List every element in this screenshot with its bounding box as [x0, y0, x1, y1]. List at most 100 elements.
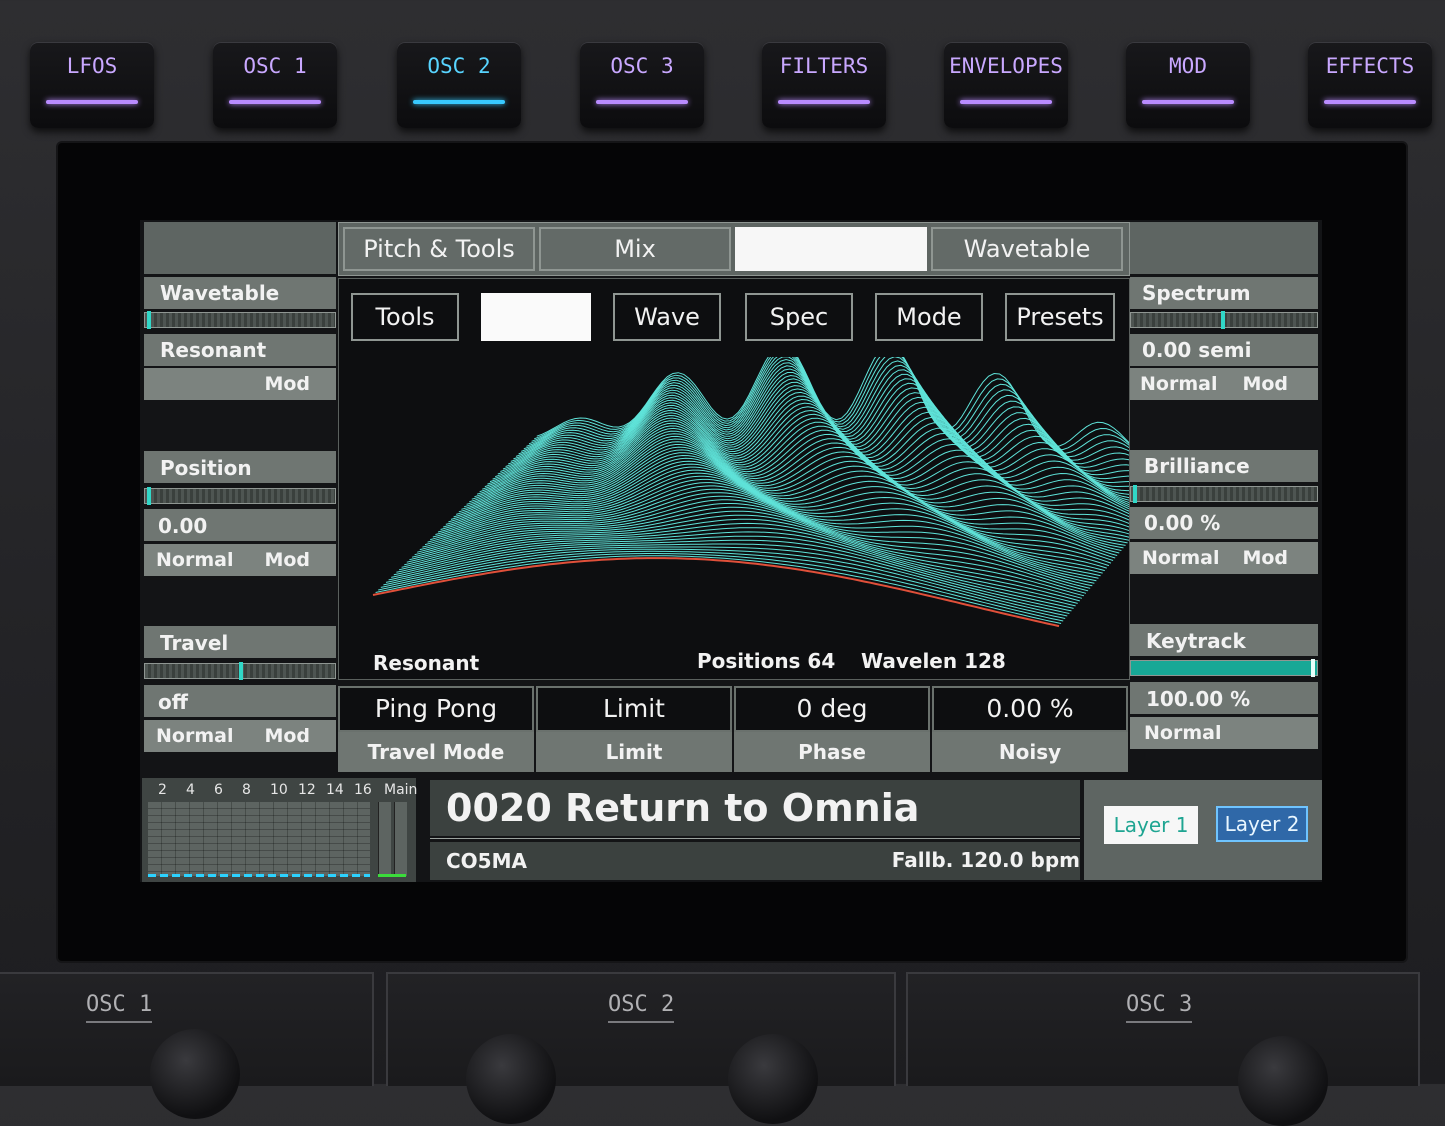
- spectrum-section[interactable]: Spectrum: [1130, 277, 1318, 309]
- subtab-mode[interactable]: Mode: [875, 293, 983, 341]
- param-value-0[interactable]: Ping Pong: [338, 686, 534, 732]
- normal-label[interactable]: Normal: [156, 725, 233, 747]
- slider-thumb[interactable]: [239, 662, 243, 680]
- osc2-knob-left[interactable]: [466, 1034, 556, 1124]
- hw-button-mod[interactable]: MOD: [1126, 42, 1250, 128]
- tab-mix[interactable]: Mix: [539, 227, 731, 271]
- spectrum-slider[interactable]: [1130, 311, 1318, 329]
- wavetable-mod-row[interactable]: Mod: [144, 368, 336, 400]
- hw-button-filters[interactable]: FILTERS: [762, 42, 886, 128]
- slider-thumb[interactable]: [1221, 311, 1225, 329]
- hw-button-label: EFFECTS: [1325, 54, 1415, 78]
- meter-grid: [148, 802, 370, 876]
- layer-panel: Layer 1 Layer 2: [1084, 780, 1322, 880]
- spectrum-mode-row[interactable]: Normal Mod: [1130, 368, 1318, 400]
- subtab-presets[interactable]: Presets: [1005, 293, 1115, 341]
- normal-label[interactable]: Normal: [1144, 722, 1221, 744]
- hw-button-led: [596, 100, 688, 104]
- hw-button-led: [1324, 100, 1416, 104]
- wavetable-value-row: Resonant: [144, 334, 336, 366]
- normal-label[interactable]: Normal: [1140, 373, 1217, 395]
- position-mode-row[interactable]: Normal Mod: [144, 544, 336, 576]
- slider-thumb[interactable]: [147, 487, 151, 505]
- hw-button-osc-2[interactable]: OSC 2: [397, 42, 521, 128]
- hw-button-osc-1[interactable]: OSC 1: [213, 42, 337, 128]
- travel-value-row: off: [144, 685, 336, 717]
- hw-button-envelopes[interactable]: ENVELOPES: [944, 42, 1068, 128]
- subtab-tools[interactable]: Tools: [351, 293, 459, 341]
- brilliance-mode-row[interactable]: Normal Mod: [1130, 542, 1318, 574]
- keytrack-slider[interactable]: [1130, 659, 1318, 677]
- slider-thumb[interactable]: [1133, 485, 1137, 503]
- right-header: [1130, 222, 1318, 274]
- osc2-panel-label: OSC 2: [608, 992, 675, 1023]
- spectrum-value-row: 0.00 semi: [1130, 334, 1318, 366]
- meter-tick-label: 10: [270, 782, 288, 798]
- position-slider[interactable]: [144, 487, 336, 505]
- meter-tick-label: Main: [384, 782, 418, 798]
- osc3-panel: OSC 3: [906, 972, 1420, 1126]
- preset-name[interactable]: 0020 Return to Omnia: [446, 786, 919, 830]
- osc1-knob[interactable]: [150, 1029, 240, 1119]
- hw-button-led: [46, 100, 138, 104]
- touch-screen: Wavetable Resonant Mod Position 0.00 Nor…: [140, 220, 1322, 882]
- osc3-panel-label: OSC 3: [1126, 992, 1193, 1023]
- param-value-2[interactable]: 0 deg: [734, 686, 930, 732]
- left-header: [144, 222, 336, 274]
- wave-line: [396, 531, 1078, 604]
- param-label-1: Limit: [536, 732, 732, 772]
- hw-button-label: LFOS: [66, 54, 118, 78]
- wavetable-value: Resonant: [160, 338, 267, 362]
- position-section[interactable]: Position: [144, 451, 336, 483]
- brilliance-section[interactable]: Brilliance: [1130, 450, 1318, 482]
- tempo-readout[interactable]: Fallb. 120.0 bpm: [892, 848, 1080, 872]
- meter-tick-label: 2: [158, 782, 167, 798]
- hw-button-led: [229, 100, 321, 104]
- spectrum-value: 0.00 semi: [1142, 338, 1252, 362]
- mod-label[interactable]: Mod: [1242, 547, 1288, 569]
- travel-section[interactable]: Travel: [144, 626, 336, 658]
- tab-wavetable[interactable]: Wavetable: [931, 227, 1123, 271]
- subtab-spec[interactable]: Spec: [745, 293, 853, 341]
- subtab-blank[interactable]: [481, 293, 591, 341]
- slider-thumb[interactable]: [147, 311, 151, 329]
- wavetable-display[interactable]: Tools Wave Spec Mode Presets Resonant Po…: [338, 278, 1130, 680]
- layer-1-button[interactable]: Layer 1: [1104, 806, 1198, 844]
- mod-label[interactable]: Mod: [264, 373, 310, 395]
- mod-label[interactable]: Mod: [1242, 373, 1288, 395]
- param-value-3[interactable]: 0.00 %: [932, 686, 1128, 732]
- keytrack-value: 100.00 %: [1146, 687, 1251, 711]
- param-value-1[interactable]: Limit: [536, 686, 732, 732]
- mod-label[interactable]: Mod: [264, 549, 310, 571]
- hw-button-effects[interactable]: EFFECTS: [1308, 42, 1432, 128]
- osc2-knob-right[interactable]: [728, 1034, 818, 1124]
- keytrack-mode-row[interactable]: Normal: [1130, 717, 1318, 749]
- wavetable-slider[interactable]: [144, 311, 336, 329]
- subtab-wave[interactable]: Wave: [613, 293, 721, 341]
- hw-button-osc-3[interactable]: OSC 3: [580, 42, 704, 128]
- slider-thumb[interactable]: [1311, 659, 1315, 677]
- travel-slider[interactable]: [144, 662, 336, 680]
- brilliance-slider[interactable]: [1130, 485, 1318, 503]
- normal-label[interactable]: Normal: [1142, 547, 1219, 569]
- wavetable-3d-graph[interactable]: [339, 357, 1129, 657]
- travel-mode-row[interactable]: Normal Mod: [144, 720, 336, 752]
- brilliance-value-row: 0.00 %: [1130, 507, 1318, 539]
- tab-blank[interactable]: [735, 227, 927, 271]
- hw-button-label: OSC 1: [243, 54, 307, 78]
- tab-pitch-tools[interactable]: Pitch & Tools: [343, 227, 535, 271]
- wavetable-section[interactable]: Wavetable: [144, 277, 336, 309]
- keytrack-section[interactable]: Keytrack: [1130, 624, 1318, 656]
- preset-info-row: CO5MA Fallb. 120.0 bpm: [430, 842, 1080, 880]
- top-tab-bar: Pitch & Tools Mix Wavetable: [338, 222, 1130, 276]
- layer-2-button[interactable]: Layer 2: [1216, 806, 1308, 842]
- osc1-panel: OSC 1: [0, 972, 374, 1119]
- mod-label[interactable]: Mod: [264, 725, 310, 747]
- osc3-knob[interactable]: [1238, 1036, 1328, 1126]
- normal-label[interactable]: Normal: [156, 549, 233, 571]
- hw-button-lfos[interactable]: LFOS: [30, 42, 154, 128]
- hw-button-label: ENVELOPES: [949, 54, 1063, 78]
- travel-label: Travel: [160, 631, 229, 655]
- preset-name-panel[interactable]: 0020 Return to Omnia: [430, 780, 1080, 836]
- hw-button-led: [778, 100, 870, 104]
